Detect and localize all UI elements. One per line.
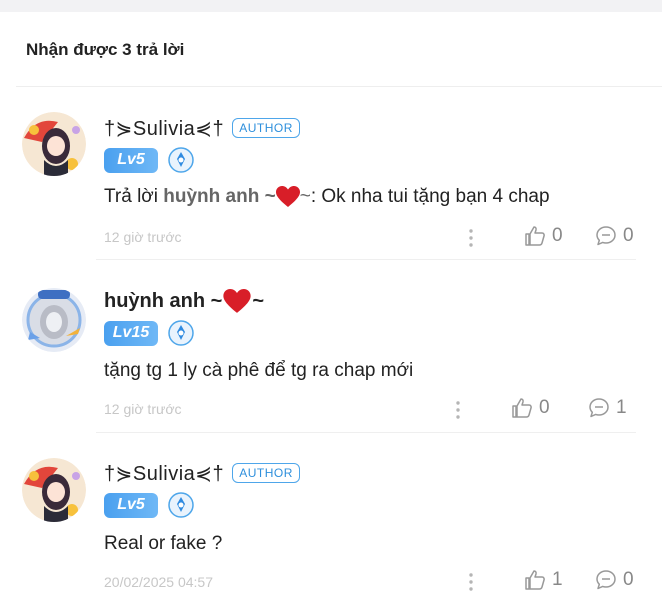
reply-button[interactable]: 0 (595, 225, 634, 247)
avatar[interactable] (22, 458, 86, 522)
heart-icon (275, 186, 300, 207)
like-count: 0 (539, 397, 550, 418)
divider (96, 259, 636, 260)
avatar[interactable] (22, 288, 86, 352)
like-button[interactable]: 0 (524, 225, 563, 247)
replies-count-title: Nhận được 3 trả lời (26, 40, 185, 59)
like-count: 0 (552, 225, 563, 246)
comment-bubble-icon (596, 570, 616, 590)
level-badge: Lv15 (104, 320, 158, 346)
avatar[interactable] (22, 112, 86, 176)
medal-icon (168, 147, 194, 173)
reply-to-suffix: ~ (299, 186, 311, 208)
like-button[interactable]: 0 (511, 397, 550, 419)
reply-count: 0 (623, 225, 634, 246)
reply-prefix: Trả lời (104, 186, 164, 208)
username[interactable]: †⋟Sulivia⋞† (104, 116, 224, 141)
username[interactable]: huỳnh anh ~ ~ (104, 288, 265, 314)
comment-body: tặng tg 1 ly cà phê để tg ra chap mới (104, 360, 414, 381)
comment-body: Real or fake ? (104, 533, 223, 554)
author-badge: AUTHOR (232, 118, 300, 138)
comment-bubble-icon (596, 226, 616, 246)
reply-button[interactable]: 0 (595, 569, 634, 591)
level-badge: Lv5 (104, 492, 158, 518)
like-thumb-icon (525, 226, 545, 246)
medal-icon (168, 320, 194, 346)
more-vertical-icon[interactable] (466, 228, 476, 248)
comment-time: 12 giờ trước (104, 229, 182, 245)
comment-text: Trả lời huỳnh anh ~ ~: Ok nha tui tặng bạ… (104, 186, 550, 208)
top-bar (0, 0, 662, 12)
comment-body: : Ok nha tui tặng bạn 4 chap (310, 186, 550, 208)
comment-time: 12 giờ trước (104, 401, 182, 417)
username[interactable]: †⋟Sulivia⋞† (104, 461, 224, 486)
comment-bubble-icon (589, 398, 609, 418)
like-count: 1 (552, 569, 563, 590)
comment-time: 20/02/2025 04:57 (104, 574, 213, 590)
reply-to-user[interactable]: huỳnh anh ~ (163, 186, 275, 207)
reply-count: 1 (616, 397, 627, 418)
author-badge: AUTHOR (232, 463, 300, 483)
level-badge: Lv5 (104, 147, 158, 173)
username-suffix: ~ (252, 289, 265, 312)
like-thumb-icon (512, 398, 532, 418)
like-button[interactable]: 1 (524, 569, 563, 591)
reply-count: 0 (623, 569, 634, 590)
heart-icon (223, 288, 251, 313)
divider (16, 86, 662, 87)
like-thumb-icon (525, 570, 545, 590)
divider (96, 432, 636, 433)
more-vertical-icon[interactable] (453, 400, 463, 420)
reply-button[interactable]: 1 (588, 397, 627, 419)
more-vertical-icon[interactable] (466, 572, 476, 592)
username-text: huỳnh anh ~ (104, 289, 223, 312)
medal-icon (168, 492, 194, 518)
